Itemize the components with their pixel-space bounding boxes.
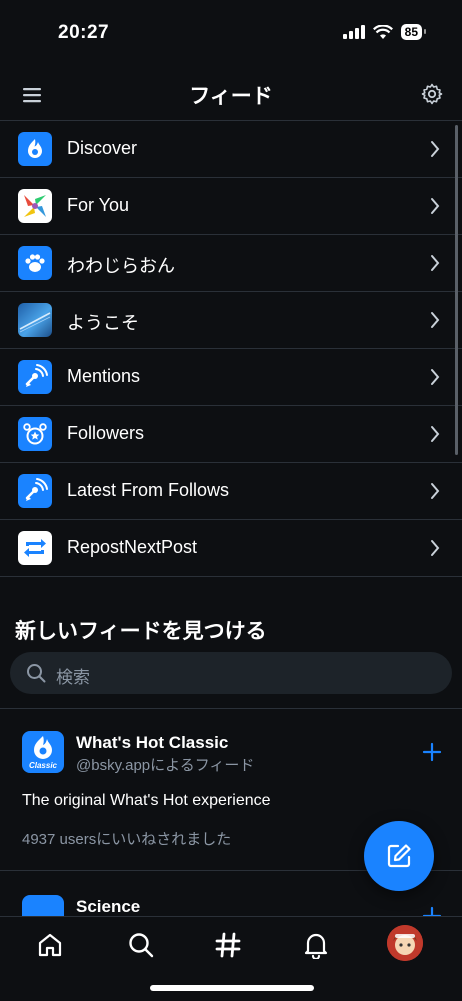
bottom-tab-bar — [0, 916, 462, 1001]
feed-row-repostnextpost[interactable]: RepostNextPost — [0, 520, 462, 577]
for-you-logo-icon — [18, 189, 52, 223]
discover-feeds-heading: 新しいフィードを見つける — [15, 620, 267, 643]
page-title: フィード — [189, 85, 273, 108]
feed-label: Latest From Follows — [67, 480, 230, 500]
status-bar: 20:27 85 — [0, 0, 462, 70]
chevron-right-icon — [431, 483, 440, 499]
chevron-right-icon — [431, 426, 440, 442]
status-time: 20:27 — [58, 22, 110, 43]
status-icons: 85 — [342, 24, 427, 40]
compose-icon — [387, 844, 411, 868]
saved-feeds-list: Discover For You わわじらおん ようこそ Mentions Fo… — [0, 121, 462, 577]
avatar-icon — [387, 925, 423, 961]
battery-indicator: 85 — [400, 24, 427, 40]
search-placeholder: 検索 — [56, 668, 90, 687]
feed-label: Discover — [67, 138, 138, 158]
chevron-right-icon — [431, 141, 440, 157]
feed-row-followers[interactable]: Followers — [0, 406, 462, 463]
add-feed-button[interactable] — [422, 742, 442, 762]
feed-row-latest-from-follows[interactable]: Latest From Follows — [0, 463, 462, 520]
search-input[interactable]: 検索 — [10, 652, 452, 694]
home-indicator — [150, 985, 314, 991]
feed-label: わわじらおん — [67, 256, 175, 276]
gear-icon[interactable] — [420, 82, 444, 106]
home-icon — [38, 933, 62, 957]
classic-label: Classic — [29, 761, 58, 770]
science-feed-icon — [22, 895, 64, 916]
tab-home[interactable] — [30, 925, 70, 965]
feed-row-discover[interactable]: Discover — [0, 121, 462, 178]
feed-row-youkoso[interactable]: ようこそ — [0, 292, 462, 349]
search-icon — [27, 664, 46, 683]
feed-label: RepostNextPost — [67, 537, 198, 557]
compose-button[interactable] — [364, 821, 434, 891]
latest-follows-icon — [18, 474, 52, 508]
feed-card-name: What's Hot Classic — [76, 733, 229, 752]
chevron-right-icon — [431, 255, 440, 271]
feed-label: Mentions — [67, 366, 141, 386]
feed-row-for-you[interactable]: For You — [0, 178, 462, 235]
discover-flame-icon — [18, 132, 52, 166]
search-icon — [129, 933, 154, 958]
feed-label: ようこそ — [67, 313, 139, 333]
tab-feeds[interactable] — [208, 925, 248, 965]
feed-card-description: The original What's Hot experience — [22, 792, 271, 809]
repost-icon — [18, 531, 52, 565]
tab-search[interactable] — [121, 925, 161, 965]
feed-label: For You — [67, 195, 130, 215]
chevron-right-icon — [431, 198, 440, 214]
feed-card-likes: 4937 usersにいいねされました — [22, 831, 232, 848]
tab-profile-avatar[interactable] — [387, 925, 423, 961]
hashtag-icon — [215, 932, 241, 958]
chevron-right-icon — [431, 369, 440, 385]
add-feed-button[interactable] — [422, 906, 442, 916]
page-header: フィード — [0, 70, 462, 121]
welcome-image-icon — [18, 303, 52, 337]
feed-card-author: @bsky.appによるフィード — [76, 757, 255, 774]
followers-icon — [18, 417, 52, 451]
cellular-signal-icon — [342, 25, 365, 39]
feed-card-name: Science — [76, 897, 141, 916]
whats-hot-classic-icon: Classic — [22, 731, 64, 773]
chevron-right-icon — [431, 540, 440, 556]
chevron-right-icon — [431, 312, 440, 328]
feed-row-mentions[interactable]: Mentions — [0, 349, 462, 406]
bell-icon — [304, 933, 328, 959]
paw-icon — [18, 246, 52, 280]
feed-row-wawajiraon[interactable]: わわじらおん — [0, 235, 462, 292]
mentions-icon — [18, 360, 52, 394]
tab-notifications[interactable] — [296, 925, 336, 965]
feed-label: Followers — [67, 423, 145, 443]
scrollbar[interactable] — [455, 125, 458, 455]
wifi-icon — [372, 24, 393, 39]
